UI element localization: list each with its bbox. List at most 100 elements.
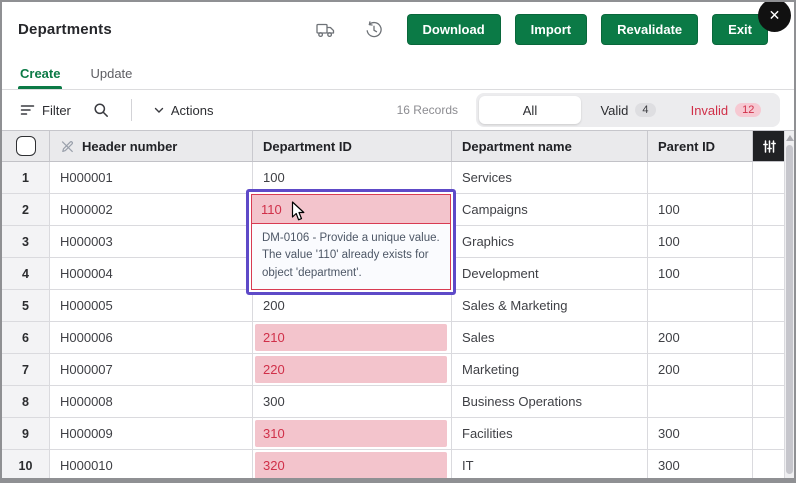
invalid-cell-group: 110 DM-0106 - Provide a unique value. Th… — [251, 194, 451, 290]
segment-all[interactable]: All — [479, 96, 581, 124]
departments-sheet-window: Departments Download Import — [0, 0, 796, 483]
cell-parent-id[interactable]: 200 — [648, 354, 753, 385]
column-header-department-name[interactable]: Department name — [452, 131, 648, 161]
toolbar-divider — [131, 99, 132, 121]
cell-header-number[interactable]: H000005 — [50, 290, 253, 321]
cell-header-number[interactable]: H000003 — [50, 226, 253, 257]
close-button[interactable]: ✕ — [758, 0, 791, 32]
pencil-slash-icon — [60, 139, 75, 154]
cell-parent-id[interactable]: 300 — [648, 418, 753, 449]
column-header-department-id[interactable]: Department ID — [253, 131, 452, 161]
cell-parent-id[interactable]: 100 — [648, 226, 753, 257]
row-number[interactable]: 2 — [2, 194, 50, 225]
revalidate-button[interactable]: Revalidate — [601, 14, 698, 45]
row-number[interactable]: 8 — [2, 386, 50, 417]
cell-header-number[interactable]: H000009 — [50, 418, 253, 449]
cell-department-id[interactable]: 210 — [253, 322, 452, 353]
cell-department-name[interactable]: Graphics — [452, 226, 648, 257]
scrollbar-thumb[interactable] — [786, 145, 793, 474]
cell-department-name[interactable]: Sales & Marketing — [452, 290, 648, 321]
cell-department-name[interactable]: IT — [452, 450, 648, 481]
cell-department-name[interactable]: Campaigns — [452, 194, 648, 225]
error-message-line: object 'department'. — [262, 265, 440, 282]
cell-department-name[interactable]: Business Operations — [452, 386, 648, 417]
import-button[interactable]: Import — [515, 14, 587, 45]
error-message-line: DM-0106 - Provide a unique value. — [262, 230, 440, 247]
cell-department-id[interactable]: 310 — [253, 418, 452, 449]
cell-department-id[interactable]: 300 — [253, 386, 452, 417]
tab-create[interactable]: Create — [20, 57, 60, 89]
select-all-checkbox[interactable] — [16, 136, 36, 156]
cell-department-name[interactable]: Facilities — [452, 418, 648, 449]
table-row: 6H000006210Sales200 — [2, 322, 794, 354]
cell-header-number[interactable]: H000010 — [50, 450, 253, 481]
row-number[interactable]: 4 — [2, 258, 50, 289]
selected-invalid-cell[interactable]: 110 — [252, 195, 450, 224]
filter-lines-icon — [20, 103, 35, 117]
actions-button[interactable]: Actions — [150, 99, 218, 122]
table-row: 8H000008300Business Operations — [2, 386, 794, 418]
sliders-icon — [762, 139, 777, 154]
invalid-count-badge: 12 — [735, 103, 761, 117]
cell-department-id[interactable]: 320 — [253, 450, 452, 481]
cell-parent-id[interactable]: 300 — [648, 450, 753, 481]
segment-invalid[interactable]: Invalid 12 — [675, 96, 777, 124]
error-message-line: The value '110' already exists for — [262, 247, 440, 264]
search-icon — [93, 102, 109, 118]
column-settings-button[interactable] — [753, 131, 785, 161]
column-header-header-number[interactable]: Header number — [50, 131, 253, 161]
history-icon — [365, 21, 383, 39]
cell-department-name[interactable]: Development — [452, 258, 648, 289]
cell-header-number[interactable]: H000007 — [50, 354, 253, 385]
row-number[interactable]: 10 — [2, 450, 50, 481]
truck-button[interactable] — [314, 20, 337, 40]
invalid-cell-highlight: 220 — [255, 356, 447, 383]
filter-button[interactable]: Filter — [16, 99, 75, 122]
cell-department-name[interactable]: Services — [452, 162, 648, 193]
truck-icon — [316, 22, 335, 38]
cell-header-number[interactable]: H000008 — [50, 386, 253, 417]
cell-header-number[interactable]: H000002 — [50, 194, 253, 225]
cell-selection-ring: 110 DM-0106 - Provide a unique value. Th… — [246, 189, 456, 295]
cell-parent-id[interactable] — [648, 386, 753, 417]
row-number[interactable]: 6 — [2, 322, 50, 353]
records-count: 16 Records — [397, 103, 458, 117]
cell-parent-id[interactable]: 200 — [648, 322, 753, 353]
segment-valid[interactable]: Valid 4 — [581, 96, 675, 124]
cell-parent-id[interactable]: 100 — [648, 258, 753, 289]
cell-header-number[interactable]: H000006 — [50, 322, 253, 353]
close-icon: ✕ — [769, 7, 781, 24]
invalid-cell-highlight: 310 — [255, 420, 447, 447]
invalid-cell-highlight: 210 — [255, 324, 447, 351]
chevron-down-icon — [154, 107, 164, 114]
cell-department-id[interactable]: 220 — [253, 354, 452, 385]
top-bar: Departments Download Import — [2, 2, 794, 57]
cell-department-name[interactable]: Marketing — [452, 354, 648, 385]
cell-parent-id[interactable]: 100 — [648, 194, 753, 225]
actions-label: Actions — [171, 103, 214, 118]
search-button[interactable] — [89, 98, 113, 122]
row-number[interactable]: 3 — [2, 226, 50, 257]
cell-parent-id[interactable] — [648, 162, 753, 193]
table-row: 10H000010320IT300 — [2, 450, 794, 482]
tab-bar: Create Update — [2, 57, 794, 90]
data-grid: Header number Department ID Department n… — [2, 130, 794, 478]
column-header-parent-id[interactable]: Parent ID — [648, 131, 753, 161]
vertical-scrollbar[interactable] — [784, 131, 794, 478]
history-button[interactable] — [363, 19, 385, 41]
page-title: Departments — [18, 21, 112, 38]
scroll-up-arrow[interactable] — [786, 135, 794, 141]
cell-header-number[interactable]: H000004 — [50, 258, 253, 289]
cell-header-number[interactable]: H000001 — [50, 162, 253, 193]
validation-error-popover: DM-0106 - Provide a unique value. The va… — [252, 224, 450, 289]
validity-filter: All Valid 4 Invalid 12 — [476, 93, 780, 127]
row-number[interactable]: 9 — [2, 418, 50, 449]
row-number[interactable]: 1 — [2, 162, 50, 193]
tab-update[interactable]: Update — [90, 57, 132, 89]
download-button[interactable]: Download — [407, 14, 501, 45]
row-number[interactable]: 7 — [2, 354, 50, 385]
table-header-row: Header number Department ID Department n… — [2, 131, 794, 162]
cell-department-name[interactable]: Sales — [452, 322, 648, 353]
cell-parent-id[interactable] — [648, 290, 753, 321]
row-number[interactable]: 5 — [2, 290, 50, 321]
